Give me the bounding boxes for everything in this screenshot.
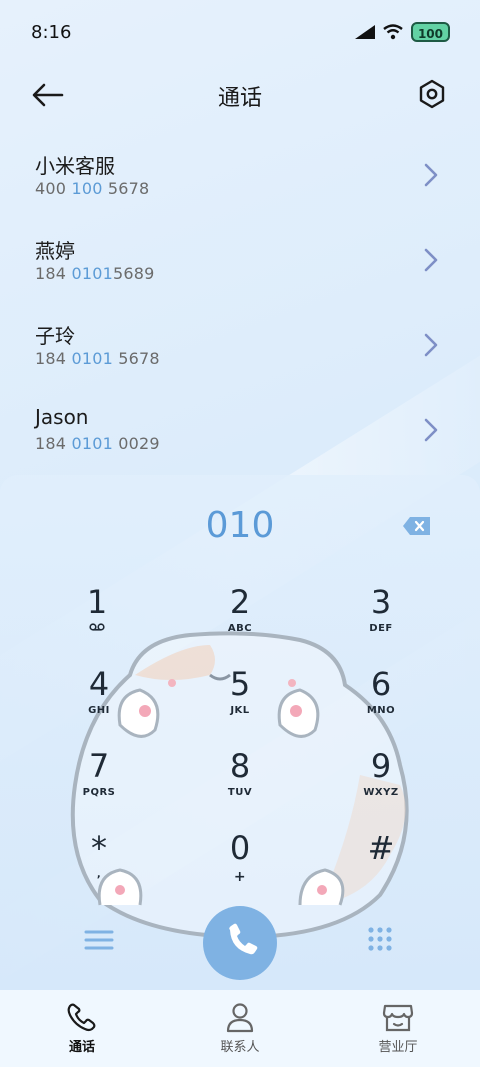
bottom-navigation: 通话 联系人 营业厅 [0, 990, 480, 1067]
contact-number: 400 100 5678 [35, 179, 150, 198]
contact-name: Jason [35, 405, 89, 429]
backspace-icon[interactable] [402, 515, 432, 537]
contact-row[interactable]: Jason 184 0101 0029 [0, 388, 480, 473]
key-hash[interactable]: # [331, 829, 431, 899]
contact-number: 184 0101 5678 [35, 349, 160, 368]
call-button[interactable] [203, 906, 277, 980]
nav-tab-store[interactable]: 营业厅 [338, 1000, 458, 1055]
contact-row[interactable]: 小米客服 400 100 5678 [0, 133, 480, 218]
contact-suggestion-list: 小米客服 400 100 5678 燕婷 184 01015689 子玲 184… [0, 133, 480, 473]
phone-icon [67, 1003, 96, 1032]
signal-icon [354, 25, 375, 39]
contact-row[interactable]: 子玲 184 0101 5678 [0, 303, 480, 388]
key-9[interactable]: 9 WXYZ [331, 747, 431, 817]
key-4[interactable]: 4 GHI [49, 665, 149, 735]
chevron-right-icon[interactable] [422, 161, 440, 189]
key-1[interactable]: 1 [47, 583, 147, 653]
contact-number: 184 0101 0029 [35, 434, 160, 453]
key-0[interactable]: 0 + [190, 829, 290, 899]
nav-tab-contacts[interactable]: 联系人 [180, 1000, 300, 1055]
key-7[interactable]: 7 PQRS [49, 747, 149, 817]
menu-icon[interactable] [82, 925, 116, 955]
dialer-panel: 010 1 2 ABC 3 DEF 4 GHI 5 JKL 6 MNO 7 PQ… [0, 475, 480, 990]
key-3[interactable]: 3 DEF [331, 583, 431, 653]
status-time: 8:16 [31, 22, 72, 43]
status-icons: 100 [354, 22, 450, 42]
chevron-right-icon[interactable] [422, 416, 440, 444]
phone-call-icon [229, 923, 258, 955]
voicemail-icon [89, 623, 105, 631]
contact-name: 小米客服 [35, 154, 115, 178]
person-icon [226, 1003, 254, 1033]
dialpad-toggle-icon[interactable] [366, 925, 394, 953]
contact-row[interactable]: 燕婷 184 01015689 [0, 218, 480, 303]
key-2[interactable]: 2 ABC [190, 583, 290, 653]
nav-tab-calls[interactable]: 通话 [22, 1000, 142, 1055]
page-title: 通话 [217, 86, 262, 111]
chevron-right-icon[interactable] [422, 331, 440, 359]
key-6[interactable]: 6 MNO [331, 665, 431, 735]
wifi-icon [383, 24, 403, 40]
chevron-right-icon[interactable] [422, 246, 440, 274]
header: 通话 [0, 70, 480, 120]
key-8[interactable]: 8 TUV [190, 747, 290, 817]
key-5[interactable]: 5 JKL [190, 665, 290, 735]
contact-number: 184 01015689 [35, 264, 155, 283]
store-icon [382, 1004, 414, 1032]
status-bar: 8:16 100 [0, 0, 480, 66]
battery-indicator: 100 [410, 22, 450, 42]
settings-gear-icon[interactable] [416, 78, 448, 110]
key-star[interactable]: * , [49, 829, 149, 899]
contact-name: 子玲 [35, 324, 75, 348]
contact-name: 燕婷 [35, 239, 75, 263]
